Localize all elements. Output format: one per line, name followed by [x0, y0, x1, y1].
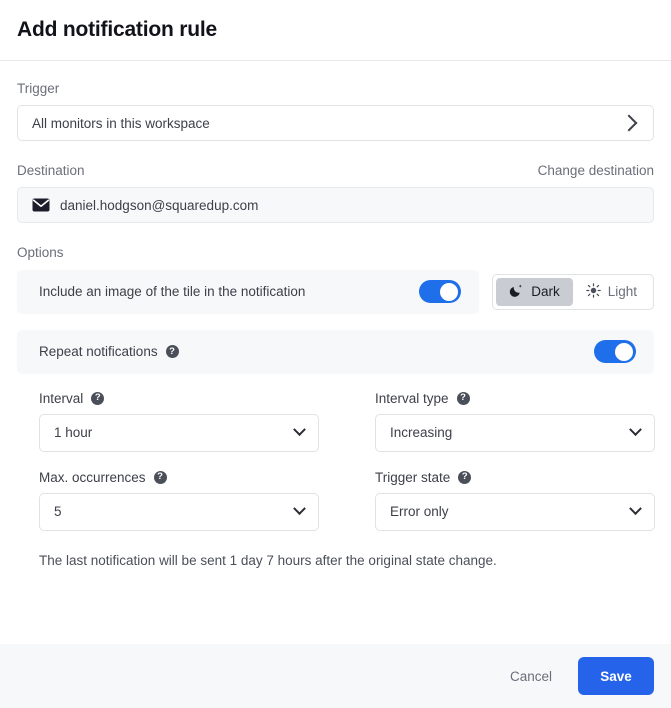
destination-label: Destination — [17, 163, 85, 179]
chevron-down-icon — [629, 423, 642, 437]
add-notification-rule-dialog: Add notification rule Trigger All monito… — [0, 0, 671, 708]
interval-type-value: Increasing — [390, 425, 453, 441]
help-icon[interactable]: ? — [153, 470, 167, 484]
interval-select[interactable]: 1 hour — [39, 413, 319, 452]
trigger-select[interactable]: All monitors in this workspace — [17, 105, 654, 142]
mail-icon — [32, 196, 50, 214]
interval-type-label-row: Interval type ? — [375, 391, 655, 406]
destination-label-row: Destination Change destination — [17, 163, 654, 179]
toggle-knob — [440, 282, 459, 301]
options-label: Options — [17, 245, 64, 261]
page-title: Add notification rule — [17, 18, 217, 41]
sun-icon — [585, 282, 601, 301]
max-occurrences-label-row: Max. occurrences ? — [39, 470, 319, 485]
theme-segmented-control: Dark Light — [492, 273, 654, 310]
include-image-toggle[interactable] — [419, 280, 462, 304]
help-icon[interactable]: ? — [165, 345, 179, 359]
max-occurrences-select[interactable]: 5 — [39, 492, 319, 531]
repeat-notifications-row: Repeat notifications ? — [17, 329, 654, 374]
help-icon[interactable]: ? — [458, 470, 472, 484]
theme-option-dark[interactable]: Dark — [496, 277, 573, 306]
interval-field: Interval ? 1 hour — [39, 391, 319, 452]
max-occurrences-field: Max. occurrences ? 5 — [39, 470, 319, 531]
trigger-label: Trigger — [17, 81, 60, 96]
trigger-value: All monitors in this workspace — [32, 115, 210, 131]
trigger-state-label-row: Trigger state ? — [375, 470, 655, 485]
help-icon[interactable]: ? — [91, 391, 105, 405]
help-icon[interactable]: ? — [456, 391, 470, 405]
theme-option-light[interactable]: Light — [573, 278, 650, 306]
interval-type-field: Interval type ? Increasing — [375, 391, 655, 452]
interval-label-row: Interval ? — [39, 391, 319, 406]
include-image-line: Include an image of the tile in the noti… — [17, 269, 654, 314]
repeat-notifications-label-wrap: Repeat notifications ? — [39, 344, 594, 359]
include-image-label: Include an image of the tile in the noti… — [39, 284, 306, 300]
interval-type-label: Interval type — [375, 390, 449, 406]
repeat-notifications-label-inner: Repeat notifications ? — [39, 344, 179, 359]
repeat-notifications-label: Repeat notifications — [39, 344, 158, 360]
destination-value: daniel.hodgson@squaredup.com — [60, 197, 259, 213]
interval-value: 1 hour — [54, 425, 93, 441]
toggle-knob — [615, 342, 633, 361]
chevron-right-icon — [620, 114, 638, 132]
dialog-footer: Cancel Save — [0, 644, 671, 708]
include-image-row: Include an image of the tile in the noti… — [17, 269, 480, 314]
trigger-state-label: Trigger state — [375, 469, 451, 485]
chevron-down-icon — [293, 423, 306, 437]
repeat-settings-grid: Interval ? 1 hour Interval type ? Increa… — [17, 391, 655, 549]
chevron-down-icon — [629, 502, 642, 516]
dialog-header: Add notification rule — [0, 0, 671, 61]
interval-type-select[interactable]: Increasing — [375, 413, 655, 452]
trigger-state-field: Trigger state ? Error only — [375, 470, 655, 531]
moon-icon — [509, 283, 524, 301]
dialog-body: Trigger All monitors in this workspace D… — [0, 61, 671, 644]
theme-dark-label: Dark — [531, 284, 560, 300]
theme-light-label: Light — [607, 284, 637, 300]
save-button[interactable]: Save — [578, 657, 654, 695]
repeat-notifications-toggle[interactable] — [594, 340, 636, 364]
cancel-button[interactable]: Cancel — [498, 661, 564, 692]
chevron-down-icon — [293, 502, 306, 516]
trigger-state-select[interactable]: Error only — [375, 492, 655, 531]
interval-label: Interval — [39, 390, 84, 406]
max-occurrences-label: Max. occurrences — [39, 469, 146, 485]
max-occurrences-value: 5 — [54, 504, 62, 520]
last-notification-note: The last notification will be sent 1 day… — [39, 552, 497, 568]
trigger-state-value: Error only — [390, 504, 449, 520]
change-destination-link[interactable]: Change destination — [538, 163, 654, 178]
destination-value-box: daniel.hodgson@squaredup.com — [17, 187, 654, 224]
